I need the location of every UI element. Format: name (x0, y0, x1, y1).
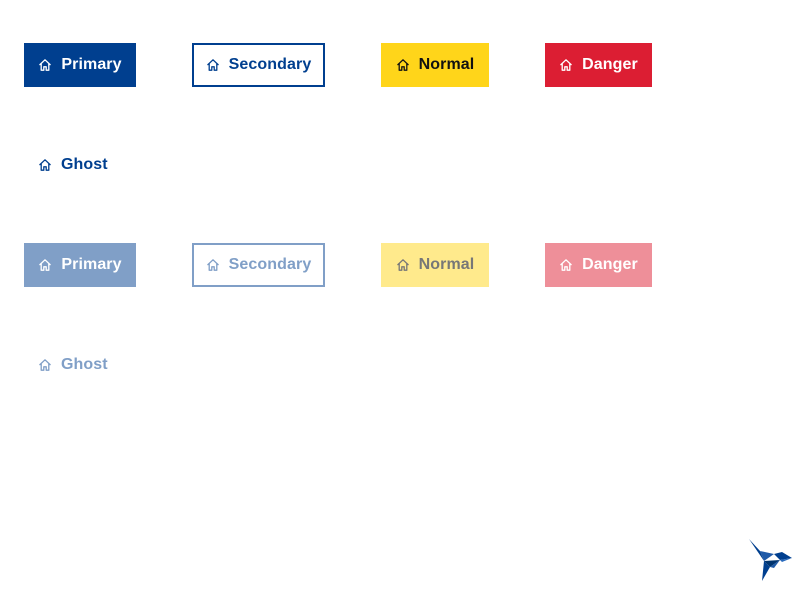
primary-button[interactable]: Primary (24, 43, 136, 87)
normal-button-disabled[interactable]: Normal (381, 243, 489, 287)
secondary-button-label: Secondary (228, 56, 312, 73)
secondary-button-disabled-label: Secondary (228, 256, 312, 273)
home-icon (38, 258, 52, 272)
danger-button-label: Danger (582, 56, 638, 73)
home-icon (38, 358, 52, 372)
normal-button[interactable]: Normal (381, 43, 489, 87)
ghost-button-label: Ghost (61, 156, 108, 173)
normal-button-disabled-label: Normal (418, 256, 475, 273)
secondary-button[interactable]: Secondary (192, 43, 325, 87)
primary-button-disabled[interactable]: Primary (24, 243, 136, 287)
home-icon (396, 58, 410, 72)
home-icon (396, 258, 410, 272)
danger-button-disabled[interactable]: Danger (545, 243, 652, 287)
home-icon (559, 58, 573, 72)
home-icon (559, 258, 573, 272)
secondary-button-disabled[interactable]: Secondary (192, 243, 325, 287)
home-icon (206, 58, 220, 72)
button-showcase: Primary Secondary Normal Danger Ghost Pr… (0, 0, 800, 600)
danger-button-disabled-label: Danger (582, 256, 638, 273)
danger-button[interactable]: Danger (545, 43, 652, 87)
primary-button-disabled-label: Primary (61, 256, 122, 273)
primary-button-label: Primary (61, 56, 122, 73)
home-icon (206, 258, 220, 272)
ghost-button[interactable]: Ghost (38, 143, 118, 187)
ghost-button-disabled-label: Ghost (61, 356, 108, 373)
home-icon (38, 158, 52, 172)
normal-button-label: Normal (418, 56, 475, 73)
home-icon (38, 58, 52, 72)
ghost-button-disabled[interactable]: Ghost (38, 343, 118, 387)
hummingbird-logo-icon (746, 537, 794, 583)
